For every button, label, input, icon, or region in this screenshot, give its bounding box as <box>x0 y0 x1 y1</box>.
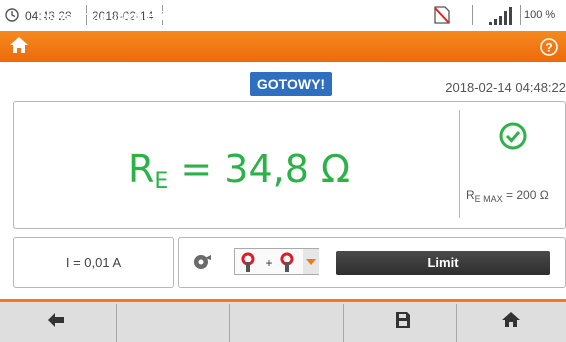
nav-button-empty-2[interactable] <box>230 302 343 342</box>
svg-text:+: + <box>265 256 272 270</box>
clock-icon <box>5 8 19 22</box>
result-limit: RE MAX = 200 Ω <box>466 188 549 204</box>
result-symbol: R <box>128 147 155 191</box>
measurement-datetime: 2018-02-14 04:48:22 <box>445 80 566 95</box>
clamp-settings-icon[interactable] <box>193 253 213 271</box>
status-divider <box>520 5 521 25</box>
limit-button[interactable]: Limit <box>336 251 550 275</box>
no-sim-icon <box>434 6 450 24</box>
result-number: = 34,8 Ω <box>168 147 351 191</box>
result-value: RE = 34,8 Ω <box>128 147 350 194</box>
current-value: I = 0,01 A <box>65 255 122 270</box>
title-bar <box>0 31 566 62</box>
nav-button-empty-1[interactable] <box>117 302 230 342</box>
triangle-down-icon <box>306 259 316 265</box>
page-title: Rezystancja uziemienia <box>37 9 172 23</box>
result-subscript: E <box>154 169 169 194</box>
home-icon <box>502 312 520 327</box>
limit-subscript: E MAX <box>474 194 503 204</box>
limit-value: = 200 Ω <box>502 188 549 202</box>
home-icon[interactable] <box>9 36 29 54</box>
battery-percent: 100 % <box>524 9 556 21</box>
svg-text:?: ? <box>545 41 552 55</box>
signal-strength-icon <box>489 7 512 25</box>
help-icon[interactable]: ? <box>540 38 558 56</box>
result-divider <box>459 110 460 218</box>
arrow-left-icon <box>48 313 64 327</box>
save-icon <box>396 312 410 328</box>
ready-badge: GOTOWY! <box>250 72 332 96</box>
status-divider <box>472 5 473 25</box>
check-circle-icon <box>499 122 527 150</box>
limit-symbol: R <box>466 188 475 202</box>
clamp-plus-clamp-icon: + <box>241 252 294 272</box>
